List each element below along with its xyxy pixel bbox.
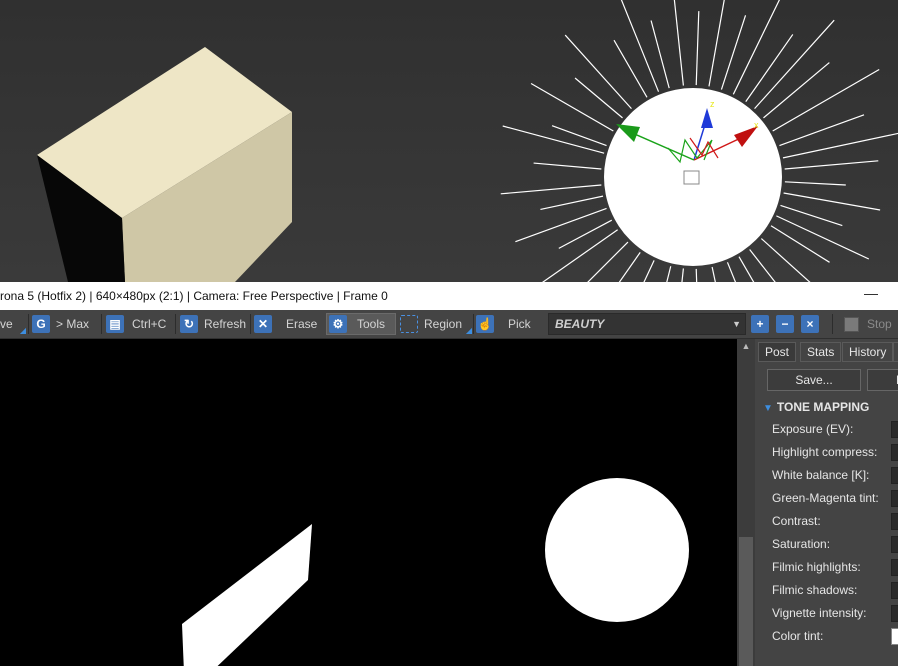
gizmo-z-label: z [710,99,715,109]
param-label: Contrast: [772,514,821,528]
param-label: Exposure (EV): [772,422,854,436]
frame-buffer-window: rona 5 (Hotfix 2) | 640×480px (2:1) | Ca… [0,282,898,666]
zoom-fit-button[interactable]: × [801,313,821,335]
dropdown-corner-icon: ◢ [19,326,26,335]
render-canvas [0,339,737,666]
copy-label: Ctrl+C [132,317,167,331]
highlight-compress-field[interactable] [891,444,898,461]
color-tint-swatch[interactable] [891,628,898,645]
hand-pointer-icon: ☝ [476,315,494,333]
render-channel-select[interactable]: BEAUTY ▼ [548,313,746,335]
chevron-down-icon: ▼ [732,319,741,329]
refresh-icon: ↻ [180,315,198,333]
viewport-3d[interactable]: z x [0,0,898,282]
zoom-out-button[interactable]: − [776,313,796,335]
white-balance-field[interactable] [891,467,898,484]
post-load-button[interactable]: L [867,369,898,391]
vfb-toolbar: ve ◢ G > Max ▤ Ctrl+C ↻ Refresh ✕ Erase … [0,310,898,339]
vignette-intensity-field[interactable] [891,605,898,622]
render-image[interactable] [0,339,737,666]
zoom-in-button[interactable]: + [751,313,771,335]
tools-button[interactable]: ⚙ Tools [326,313,396,335]
saturation-field[interactable] [891,536,898,553]
scroll-up-icon[interactable]: ▲ [737,341,755,351]
erase-label: Erase [286,317,318,331]
filmic-shadows-field[interactable] [891,582,898,599]
region-button[interactable]: Region ◢ [400,313,472,335]
pick-button[interactable]: ☝ Pick [476,313,542,335]
param-label: Highlight compress: [772,445,878,459]
green-magenta-tint-field[interactable] [891,490,898,507]
tone-mapping-title: TONE MAPPING [776,400,870,414]
render-to-max-label: > Max [56,317,90,331]
max-logo-icon: G [32,315,50,333]
copy-icon: ▤ [106,315,124,333]
stop-icon [844,316,859,332]
tools-label: Tools [357,317,386,331]
tone-mapping-header[interactable]: ▼ TONE MAPPING [763,400,869,414]
refresh-button[interactable]: ↻ Refresh [180,313,248,335]
minimize-button[interactable]: — [864,285,878,301]
tab-post[interactable]: Post [758,342,797,362]
render-channel-value: BEAUTY [555,317,605,331]
pick-label: Pick [508,317,531,331]
zoom-out-icon: − [776,315,794,333]
contrast-field[interactable] [891,513,898,530]
rendered-sphere [545,478,689,622]
tab-overflow[interactable] [893,342,898,362]
stop-button[interactable]: Stop [844,313,898,335]
tab-stats[interactable]: Stats [800,342,842,362]
render-to-max-button[interactable]: G > Max [32,313,98,335]
scrollbar-thumb[interactable] [739,537,753,666]
collapse-triangle-icon: ▼ [763,403,773,414]
param-label: Vignette intensity: [772,606,867,620]
stop-label: Stop [867,317,892,331]
refresh-label: Refresh [204,317,247,331]
zoom-fit-icon: × [801,315,819,333]
filmic-highlights-field[interactable] [891,559,898,576]
param-label: Saturation: [772,537,831,551]
exposure-field[interactable] [891,421,898,438]
copy-button[interactable]: ▤ Ctrl+C [106,313,172,335]
param-label: Filmic highlights: [772,560,861,574]
param-label: Color tint: [772,629,824,643]
zoom-in-icon: + [751,315,769,333]
render-scrollbar[interactable]: ▲ [737,339,755,666]
param-label: Filmic shadows: [772,583,858,597]
post-save-button[interactable]: Save... [767,369,861,391]
vfb-title: rona 5 (Hotfix 2) | 640×480px (2:1) | Ca… [0,289,388,303]
post-panel: Post Stats History Save... L ▼TONE MAPPI… [755,339,898,666]
region-label: Region [424,317,463,331]
tab-history[interactable]: History [842,342,894,362]
gear-icon: ⚙ [329,315,347,333]
dropdown-corner-icon: ◢ [465,326,472,335]
viewport-canvas: z x [0,0,898,282]
param-label: Green-Magenta tint: [772,491,879,505]
region-select-icon [400,315,418,333]
param-label: White balance [K]: [772,468,870,482]
erase-button[interactable]: ✕ Erase [254,313,320,335]
gizmo-x-label: x [754,120,759,130]
save-label: ve [0,317,13,331]
erase-icon: ✕ [254,315,272,333]
vfb-title-bar[interactable]: rona 5 (Hotfix 2) | 640×480px (2:1) | Ca… [0,282,898,310]
save-button[interactable]: ve ◢ [0,313,26,335]
